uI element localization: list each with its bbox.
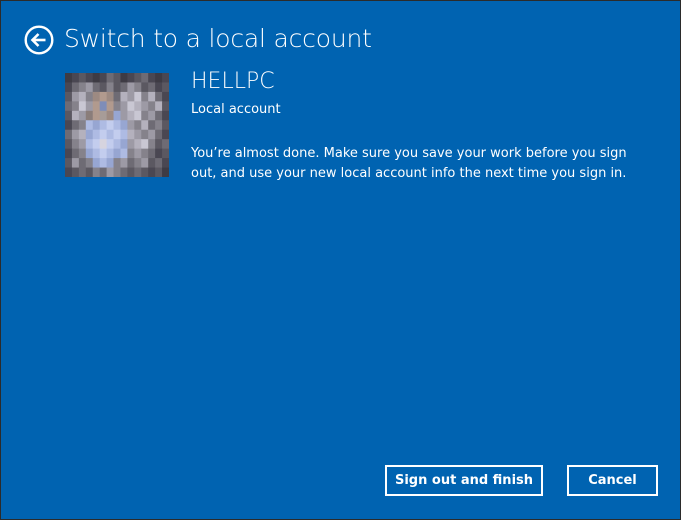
switch-local-account-window: Switch to a local account HELLPC Local a… — [0, 0, 681, 520]
cancel-button[interactable]: Cancel — [567, 465, 658, 496]
info-message: You’re almost done. Make sure you save y… — [191, 146, 627, 181]
back-arrow-circle-icon — [24, 25, 54, 55]
back-button[interactable] — [24, 25, 54, 55]
page-title: Switch to a local account — [64, 24, 372, 53]
sign-out-and-finish-button[interactable]: Sign out and finish — [385, 465, 543, 496]
user-avatar-icon — [65, 73, 169, 177]
account-type-label: Local account — [191, 102, 281, 117]
account-name: HELLPC — [191, 69, 275, 94]
avatar — [65, 73, 169, 177]
